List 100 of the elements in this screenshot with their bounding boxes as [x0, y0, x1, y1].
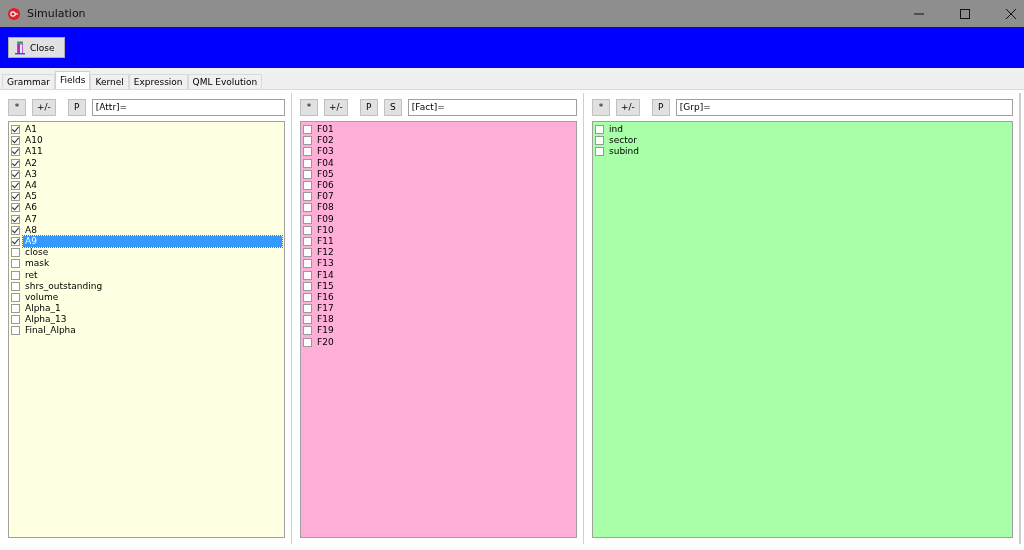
tab[interactable]: Kernel	[90, 74, 129, 89]
filter-field[interactable]: [Attr]=	[91, 98, 285, 116]
checkbox[interactable]	[303, 136, 312, 146]
tool-button[interactable]: P	[67, 98, 86, 116]
list-item[interactable]: F08	[315, 202, 336, 214]
checkbox[interactable]	[303, 125, 312, 135]
list-item[interactable]: F13	[315, 258, 336, 270]
checkbox[interactable]	[303, 259, 312, 269]
close-button[interactable]: Close	[8, 37, 65, 58]
checkbox[interactable]	[303, 270, 312, 280]
checkbox[interactable]	[595, 125, 604, 135]
list-item[interactable]: F09	[315, 213, 336, 225]
checkbox[interactable]	[11, 315, 20, 325]
list-item[interactable]: F03	[315, 146, 336, 158]
checkbox[interactable]	[11, 292, 20, 302]
list-item[interactable]: volume	[23, 291, 61, 303]
checkbox[interactable]	[11, 158, 20, 168]
checkbox[interactable]	[303, 203, 312, 213]
list-item[interactable]: A11	[23, 146, 45, 158]
list-item[interactable]: F10	[315, 224, 336, 236]
list-item[interactable]: subind	[607, 146, 642, 158]
tool-button[interactable]: P	[651, 98, 670, 116]
list-item[interactable]: F11	[315, 235, 336, 247]
tab[interactable]: QML Evolution	[187, 74, 263, 89]
list-item[interactable]: A4	[23, 180, 39, 192]
checkbox[interactable]	[303, 169, 312, 179]
filter-field[interactable]: [Fact]=	[407, 98, 577, 116]
checkbox[interactable]	[11, 169, 20, 179]
list-item[interactable]: F18	[315, 314, 336, 326]
checkbox[interactable]	[11, 270, 20, 280]
list-item[interactable]: F20	[315, 336, 336, 348]
checkbox[interactable]	[303, 326, 312, 336]
checkbox[interactable]	[303, 337, 312, 347]
list-item[interactable]: F02	[315, 135, 336, 147]
list-item[interactable]: F15	[315, 280, 336, 292]
checkbox[interactable]	[11, 304, 20, 314]
checkbox[interactable]	[11, 125, 20, 135]
tab[interactable]: Expression	[128, 74, 188, 89]
checkbox[interactable]	[595, 136, 604, 146]
list-item[interactable]: sector	[607, 135, 639, 147]
checkbox[interactable]	[595, 147, 604, 157]
tab[interactable]: Fields	[54, 71, 91, 89]
checkbox[interactable]	[11, 181, 20, 191]
list-item[interactable]: F04	[315, 157, 336, 169]
list-item[interactable]: F06	[315, 180, 336, 192]
checkbox[interactable]	[11, 236, 20, 246]
list-item[interactable]: ret	[23, 269, 40, 281]
checkbox[interactable]	[11, 214, 20, 224]
checkbox[interactable]	[303, 236, 312, 246]
checkbox[interactable]	[11, 326, 20, 336]
list-item[interactable]: F16	[315, 291, 336, 303]
list-item[interactable]: ind	[607, 124, 625, 136]
list-item[interactable]: Alpha_1	[23, 303, 63, 315]
list-item[interactable]: mask	[23, 258, 52, 270]
checkbox[interactable]	[303, 315, 312, 325]
list-item[interactable]: F05	[315, 168, 336, 180]
checkbox[interactable]	[11, 192, 20, 202]
list-item[interactable]: F12	[315, 247, 336, 259]
checkbox[interactable]	[303, 292, 312, 302]
checkbox[interactable]	[303, 147, 312, 157]
list-item[interactable]: F17	[315, 303, 336, 315]
checkbox[interactable]	[11, 147, 20, 157]
filter-field[interactable]: [Grp]=	[675, 98, 1013, 116]
tool-button[interactable]: P	[359, 98, 378, 116]
tool-button[interactable]: +/-	[32, 98, 56, 116]
checkbox[interactable]	[11, 136, 20, 146]
checkbox[interactable]	[303, 214, 312, 224]
checkbox[interactable]	[303, 248, 312, 258]
tool-button[interactable]: +/-	[616, 98, 640, 116]
checkbox[interactable]	[303, 304, 312, 314]
list-item[interactable]: F19	[315, 325, 336, 337]
list-item[interactable]: A8	[23, 224, 39, 236]
tool-button[interactable]: S	[383, 98, 402, 116]
list-item[interactable]: F01	[315, 124, 336, 136]
close-icon[interactable]	[1006, 8, 1016, 19]
checkbox[interactable]	[303, 158, 312, 168]
checkbox[interactable]	[303, 181, 312, 191]
tool-button[interactable]: *	[8, 98, 26, 116]
list-item[interactable]: A5	[23, 191, 39, 203]
list-item[interactable]: A2	[23, 157, 39, 169]
list-item[interactable]: A3	[23, 168, 39, 180]
checkbox[interactable]	[11, 225, 20, 235]
list-item[interactable]: F14	[315, 269, 336, 281]
list-item[interactable]: F07	[315, 191, 336, 203]
list-item[interactable]: shrs_outstanding	[23, 280, 105, 292]
checkbox[interactable]	[303, 225, 312, 235]
list-item[interactable]: close	[23, 247, 51, 259]
list-item[interactable]: A1	[23, 124, 39, 136]
list-item[interactable]: Final_Alpha	[23, 325, 78, 337]
checkbox[interactable]	[303, 281, 312, 291]
list-item[interactable]: A6	[23, 202, 39, 214]
tool-button[interactable]: +/-	[324, 98, 348, 116]
checkbox[interactable]	[11, 248, 20, 258]
tool-button[interactable]: *	[592, 98, 610, 116]
list-item[interactable]: A7	[23, 213, 39, 225]
checkbox[interactable]	[11, 259, 20, 269]
checkbox[interactable]	[11, 281, 20, 291]
checkbox[interactable]	[11, 203, 20, 213]
maximize-icon[interactable]	[960, 8, 970, 19]
list-item[interactable]: Alpha_13	[23, 314, 69, 326]
